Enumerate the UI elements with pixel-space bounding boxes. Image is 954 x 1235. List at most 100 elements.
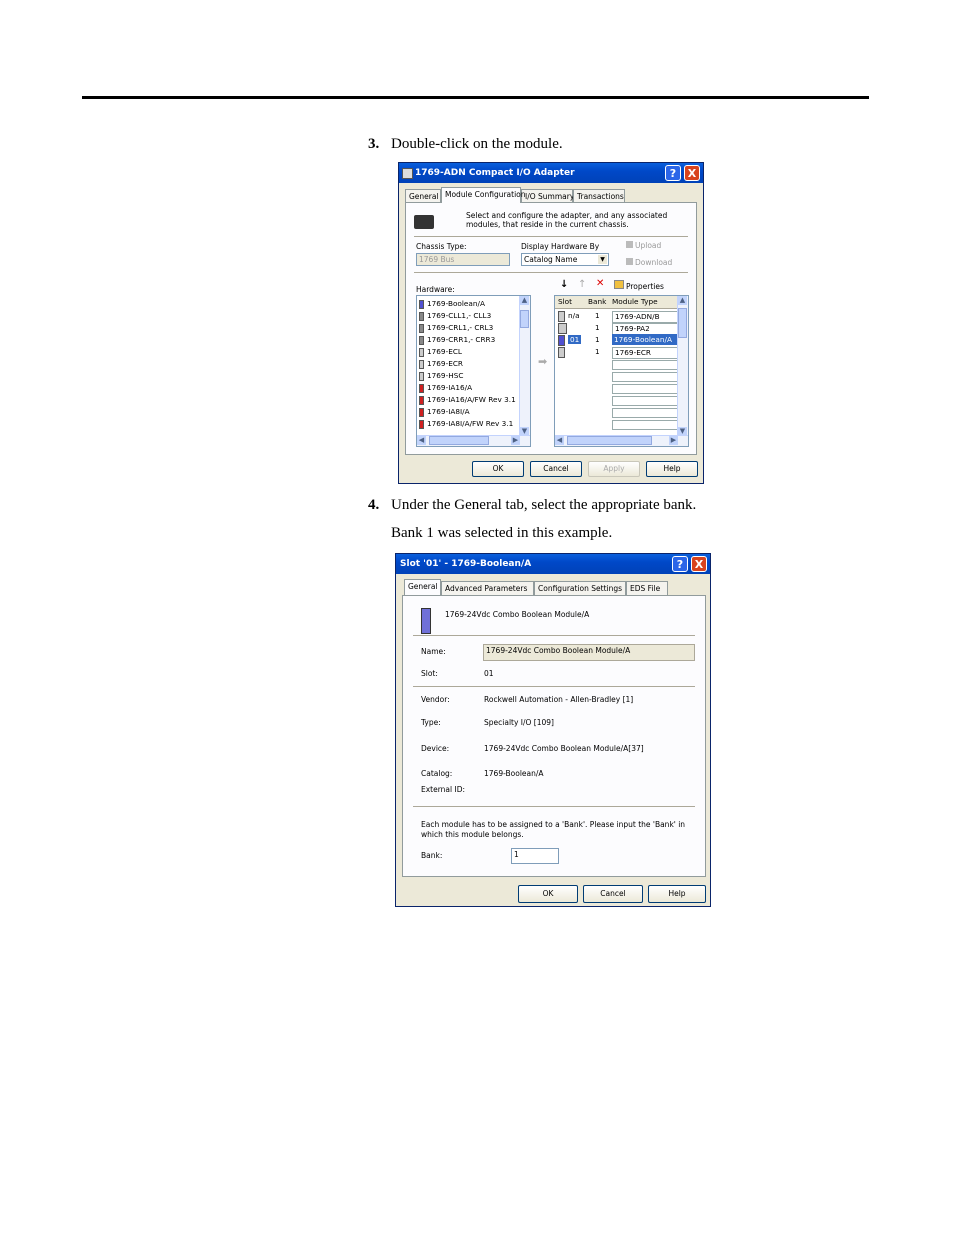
- step-4-note: Bank 1 was selected in this example.: [391, 525, 613, 541]
- column-bank[interactable]: Bank: [588, 296, 606, 308]
- row-bank: 1: [595, 323, 600, 332]
- table-hscrollbar[interactable]: ◀ ▶: [555, 435, 688, 446]
- list-item[interactable]: 1769-IA16/A: [419, 382, 472, 394]
- row-slot: 01: [568, 335, 582, 344]
- ok-button[interactable]: OK: [518, 885, 578, 903]
- ok-button[interactable]: OK: [472, 461, 524, 477]
- scroll-up-icon[interactable]: ▲: [520, 296, 529, 305]
- tab-general[interactable]: General: [405, 189, 441, 203]
- module-icon: [419, 299, 424, 309]
- empty-cell[interactable]: [612, 408, 678, 418]
- empty-cell[interactable]: [612, 360, 678, 370]
- upload-label: Upload: [635, 241, 662, 250]
- scroll-left-icon[interactable]: ◀: [555, 436, 564, 445]
- table-row[interactable]: 1 1769-ECR: [555, 346, 678, 359]
- module-icon: [558, 334, 565, 346]
- list-item-label: 1769-ECR: [427, 359, 463, 368]
- upload-button: Upload: [626, 241, 661, 250]
- scroll-left-icon[interactable]: ◀: [417, 436, 426, 445]
- table-row[interactable]: 01 1 1769-Boolean/A: [555, 334, 678, 346]
- slot-value: 01: [484, 669, 494, 678]
- module-icon: [419, 335, 424, 345]
- properties-button[interactable]: Properties: [614, 280, 664, 291]
- tab-configuration-settings[interactable]: Configuration Settings: [534, 581, 626, 595]
- list-item[interactable]: 1769-Boolean/A: [419, 298, 485, 310]
- empty-cell[interactable]: [612, 396, 678, 406]
- module-icon: [558, 346, 565, 358]
- properties-icon: [614, 280, 624, 289]
- module-icon: [558, 310, 565, 322]
- bank-instruction: Each module has to be assigned to a 'Ban…: [421, 820, 686, 839]
- table-row[interactable]: n/a 1 1769-ADN/B: [555, 310, 678, 323]
- download-icon: [626, 258, 633, 265]
- step-4-text: Under the General tab, select the approp…: [391, 497, 697, 513]
- help-icon[interactable]: ?: [672, 556, 688, 572]
- bank-input[interactable]: 1: [511, 848, 559, 864]
- list-item[interactable]: 1769-ECL: [419, 346, 462, 358]
- list-item-label: 1769-IA16/A/FW Rev 3.1: [427, 395, 516, 404]
- display-hardware-select[interactable]: Catalog Name ▼: [521, 253, 609, 266]
- module-icon: [419, 311, 424, 321]
- download-button: Download: [626, 258, 672, 267]
- help-button[interactable]: Help: [648, 885, 706, 903]
- module-icon: [421, 608, 431, 634]
- tab-general[interactable]: General: [404, 579, 441, 595]
- list-item[interactable]: 1769-IA8I/A: [419, 406, 470, 418]
- list-item[interactable]: 1769-CRL1,- CRL3: [419, 322, 493, 334]
- arrow-down-icon[interactable]: ↓: [560, 279, 568, 290]
- column-module-type[interactable]: Module Type: [612, 296, 658, 308]
- close-icon[interactable]: X: [691, 556, 707, 572]
- cancel-button[interactable]: Cancel: [583, 885, 643, 903]
- tab-eds-file[interactable]: EDS File: [626, 581, 668, 595]
- scroll-right-icon[interactable]: ▶: [669, 436, 678, 445]
- row-module-type: 1769-Boolean/A: [612, 334, 678, 345]
- empty-cell[interactable]: [612, 420, 678, 430]
- divider: [414, 236, 688, 237]
- tab-advanced-parameters[interactable]: Advanced Parameters: [441, 581, 534, 595]
- list-item[interactable]: 1769-ECR: [419, 358, 463, 370]
- hardware-list[interactable]: 1769-Boolean/A 1769-CLL1,- CLL3 1769-CRL…: [416, 295, 531, 447]
- list-item[interactable]: 1769-CRR1,- CRR3: [419, 334, 495, 346]
- empty-cell[interactable]: [612, 372, 678, 382]
- module-description: 1769-24Vdc Combo Boolean Module/A: [445, 610, 590, 619]
- delete-icon[interactable]: ✕: [596, 278, 604, 289]
- general-panel: 1769-24Vdc Combo Boolean Module/A Name: …: [402, 595, 706, 877]
- tab-module-configuration[interactable]: Module Configuration: [441, 187, 526, 203]
- list-item[interactable]: 1769-HSC: [419, 370, 463, 382]
- module-icon: [558, 322, 567, 334]
- tab-transactions[interactable]: Transactions: [573, 189, 625, 203]
- table-row[interactable]: 1 1769-PA2: [555, 322, 678, 335]
- scroll-thumb[interactable]: [520, 310, 529, 328]
- adapter-dialog-titlebar: 1769-ADN Compact I/O Adapter ? X: [399, 163, 703, 183]
- scroll-thumb[interactable]: [678, 308, 687, 338]
- arrow-up-icon: ↑: [578, 279, 587, 290]
- help-button[interactable]: Help: [646, 461, 698, 477]
- empty-cell[interactable]: [612, 384, 678, 394]
- hardware-vscrollbar[interactable]: ▲ ▼: [519, 296, 530, 436]
- module-icon: [419, 383, 424, 393]
- table-vscrollbar[interactable]: ▲ ▼: [677, 296, 688, 436]
- add-arrow-icon: ➡: [538, 355, 548, 368]
- chassis-type-value: 1769 Bus: [419, 255, 455, 264]
- hardware-hscrollbar[interactable]: ◀ ▶: [417, 435, 530, 446]
- scroll-right-icon[interactable]: ▶: [511, 436, 520, 445]
- tab-io-summary[interactable]: I/O Summary: [521, 189, 574, 203]
- description-text: Select and configure the adapter, and an…: [466, 211, 668, 229]
- type-label: Type:: [421, 718, 441, 727]
- scroll-up-icon[interactable]: ▲: [678, 296, 687, 305]
- module-icon: [419, 323, 424, 333]
- cancel-button[interactable]: Cancel: [530, 461, 582, 477]
- column-slot[interactable]: Slot: [558, 296, 572, 308]
- vendor-label: Vendor:: [421, 695, 450, 704]
- list-item[interactable]: 1769-CLL1,- CLL3: [419, 310, 491, 322]
- list-item[interactable]: 1769-IA16/A/FW Rev 3.1: [419, 394, 516, 406]
- scroll-thumb[interactable]: [567, 436, 652, 445]
- scroll-thumb[interactable]: [429, 436, 489, 445]
- module-table[interactable]: Slot Bank Module Type n/a 1 1769-ADN/B 1…: [554, 295, 689, 447]
- apply-button: Apply: [588, 461, 640, 477]
- close-icon[interactable]: X: [684, 165, 700, 181]
- help-icon[interactable]: ?: [665, 165, 681, 181]
- vendor-value: Rockwell Automation - Allen-Bradley [1]: [484, 695, 634, 704]
- list-item[interactable]: 1769-IA8I/A/FW Rev 3.1: [419, 418, 513, 430]
- chassis-icon: [414, 215, 434, 229]
